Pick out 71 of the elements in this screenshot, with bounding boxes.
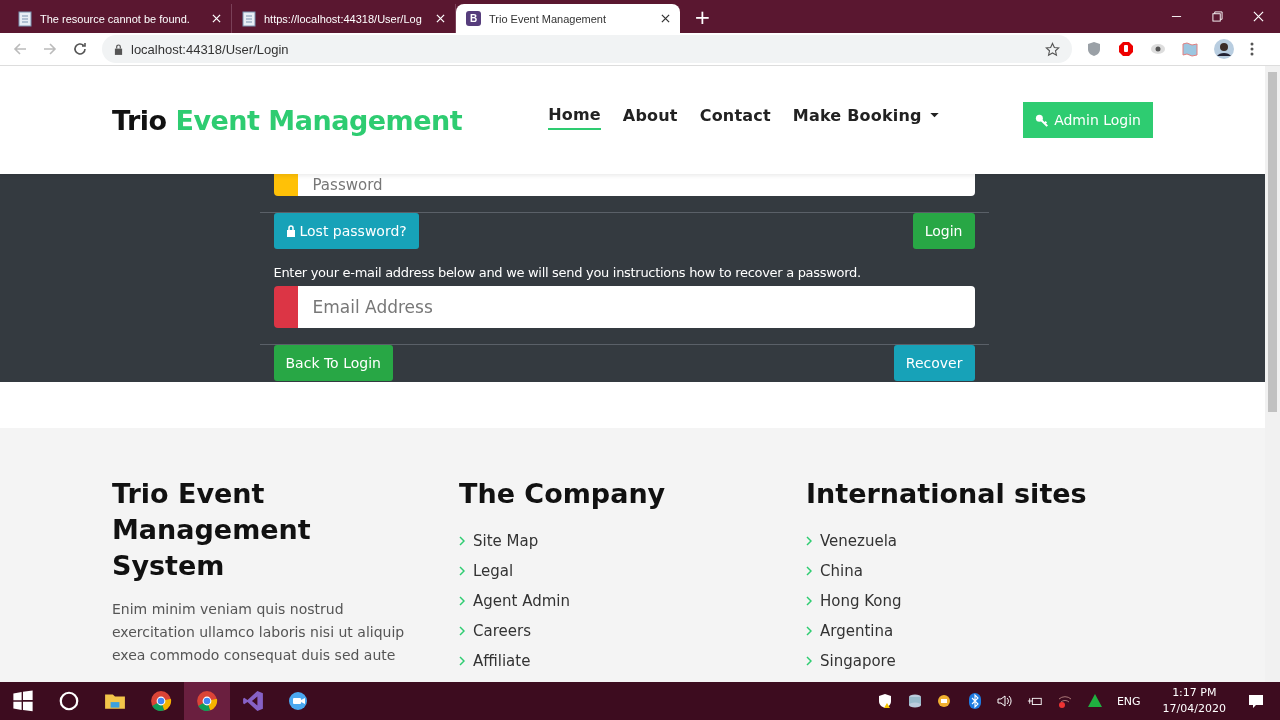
tab-title: The resource cannot be found. (40, 12, 191, 25)
footer-link[interactable]: Affiliate (473, 652, 531, 670)
chevron-icon (806, 596, 812, 606)
browser-tab[interactable]: B Trio Event Management (456, 4, 680, 33)
footer-link[interactable]: Site Map (473, 532, 539, 550)
notification-icon[interactable] (1248, 693, 1264, 709)
chevron-icon (806, 566, 812, 576)
key-icon (1035, 113, 1050, 127)
menu-icon[interactable] (1250, 41, 1254, 57)
nav-link[interactable]: Contact (699, 104, 771, 130)
clock-date: 17/04/2020 (1162, 701, 1226, 717)
close-icon[interactable] (661, 14, 670, 23)
footer-text: Enim minim veniam quis nostrud exercitation ullamco laboris nisi ut aliquip exea commodo consequat duis sed aute (112, 600, 406, 665)
avatar-icon[interactable] (1214, 39, 1234, 59)
map-icon[interactable] (1182, 41, 1198, 57)
chevron-icon (459, 536, 465, 546)
nav-link[interactable]: Home (548, 104, 601, 130)
chevron-icon (459, 626, 465, 636)
chevron-icon (459, 596, 465, 606)
tab-title: https://localhost:44318/User/Log (264, 12, 423, 25)
eye-icon[interactable] (1150, 41, 1166, 57)
footer-title: Trio Event Management System (112, 477, 312, 583)
chevron-icon (806, 656, 812, 666)
tab-title: Trio Event Management (489, 12, 607, 25)
taskbar-app[interactable] (184, 682, 230, 720)
browser-icon (196, 690, 218, 712)
clock-time: 1:17 PM (1172, 685, 1217, 701)
chevron-icon (459, 566, 465, 576)
footer-link[interactable]: Agent Admin (473, 592, 570, 610)
lock-icon (114, 43, 123, 55)
footer-link[interactable]: Legal (473, 562, 514, 580)
footer-link[interactable]: Singapore (820, 652, 896, 670)
chevron-icon (806, 626, 812, 636)
footer-link[interactable]: Venezuela (820, 532, 898, 550)
volume-icon[interactable] (996, 693, 1013, 709)
restore-icon[interactable] (1212, 11, 1223, 22)
nav-link[interactable]: About (622, 104, 678, 130)
page-icon (242, 10, 256, 27)
scrollbar-thumb[interactable] (1268, 72, 1277, 412)
bluetooth-icon[interactable] (966, 693, 983, 709)
bootstrap-favicon: B (466, 11, 481, 26)
chevron-icon (459, 656, 465, 666)
language-indicator[interactable]: ENG (1116, 694, 1141, 708)
ide-icon (242, 690, 264, 712)
footer-title: The Company (459, 477, 667, 511)
lock-icon (285, 225, 296, 237)
address-field[interactable]: localhost:44318/User/Login (102, 35, 1072, 63)
footer-title: International sites (806, 477, 1088, 511)
site-logo[interactable]: Trio Event Management (112, 104, 463, 136)
database-icon[interactable] (906, 693, 923, 709)
footer-link[interactable]: Careers (473, 622, 531, 640)
search-icon (58, 690, 80, 712)
wifi-off-icon[interactable] (1056, 693, 1073, 709)
shield-icon[interactable] (876, 693, 893, 709)
reload-icon[interactable] (72, 41, 88, 57)
browser-icon (150, 690, 172, 712)
email-field[interactable]: Email Address (297, 286, 975, 328)
triangle-icon[interactable] (1086, 693, 1103, 709)
new-tab-button[interactable]: + (694, 5, 711, 29)
nav-link[interactable]: Make Booking (792, 104, 939, 130)
footer-link[interactable]: Hong Kong (820, 592, 902, 610)
footer-link[interactable]: China (820, 562, 863, 580)
star-icon[interactable] (1045, 41, 1060, 57)
video-camera-icon (288, 690, 310, 712)
password-field[interactable]: Password (297, 174, 975, 196)
instructions-text: Enter your e-mail address below and we will send you instructions how to recover a password. (273, 265, 862, 280)
page-icon (18, 10, 32, 27)
windows-icon (12, 690, 34, 712)
camera-icon[interactable] (936, 693, 953, 709)
chevron-icon (806, 536, 812, 546)
footer-link[interactable]: Argentina (820, 622, 894, 640)
